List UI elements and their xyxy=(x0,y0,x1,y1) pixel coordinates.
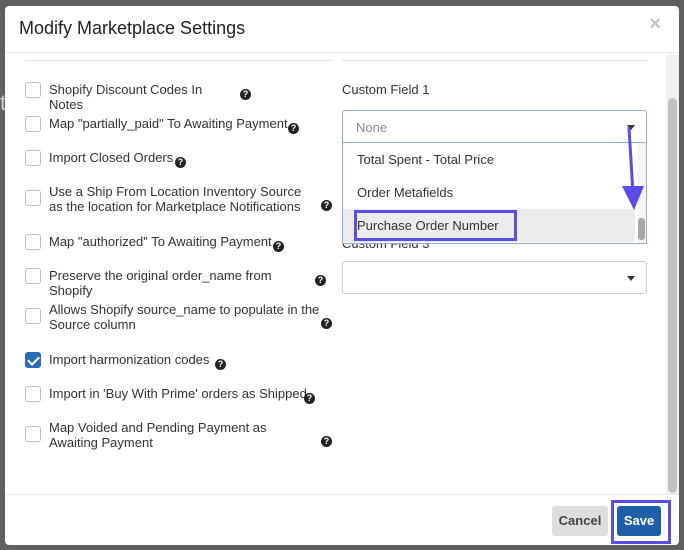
option-checkbox[interactable] xyxy=(25,426,41,442)
option-label: Map "authorized" To Awaiting Payment xyxy=(49,234,272,249)
option-label: Allows Shopify source_name to populate i… xyxy=(49,302,320,332)
modal-body: Shopify Discount Codes In Notes ? Map "p… xyxy=(5,54,665,494)
custom-field-1-select[interactable]: None xyxy=(342,110,647,143)
option-label: Shopify Discount Codes In Notes xyxy=(49,82,203,112)
option-label: Map "partially_paid" To Awaiting Payment xyxy=(49,116,288,131)
option-checkbox[interactable] xyxy=(25,116,41,132)
annotation-save-highlight-box xyxy=(611,500,671,544)
option-label: Map Voided and Pending Payment as Awaiti… xyxy=(49,420,267,450)
option-checkbox[interactable] xyxy=(25,150,41,166)
cancel-button[interactable]: Cancel xyxy=(552,506,608,536)
option-label: Import in 'Buy With Prime' orders as Shi… xyxy=(49,386,307,401)
close-icon[interactable]: × xyxy=(649,13,661,36)
modal-header: Modify Marketplace Settings × xyxy=(5,6,679,53)
custom-field-3-select[interactable] xyxy=(342,261,647,294)
help-icon[interactable]: ? xyxy=(273,241,284,252)
help-icon[interactable]: ? xyxy=(240,89,251,100)
option-label: Use a Ship From Location Inventory Sourc… xyxy=(49,184,302,214)
option-label: Import harmonization codes xyxy=(49,352,210,367)
dropdown-option[interactable]: Total Spent - Total Price xyxy=(343,143,635,176)
option-checkbox[interactable] xyxy=(25,352,41,368)
dropdown-option[interactable]: Order Metafields xyxy=(343,176,635,209)
option-checkbox[interactable] xyxy=(25,386,41,402)
option-checkbox[interactable] xyxy=(25,268,41,284)
help-icon[interactable]: ? xyxy=(321,200,332,211)
custom-field-1-value: None xyxy=(356,120,388,135)
help-icon[interactable]: ? xyxy=(321,318,332,329)
custom-field-1-label: Custom Field 1 xyxy=(342,82,430,97)
help-icon[interactable]: ? xyxy=(175,157,186,168)
help-icon[interactable]: ? xyxy=(215,359,226,370)
option-checkbox[interactable] xyxy=(25,308,41,324)
modal-title: Modify Marketplace Settings xyxy=(19,18,246,38)
marketplace-settings-modal: Modify Marketplace Settings × Shopify Di… xyxy=(5,6,679,545)
option-checkbox[interactable] xyxy=(25,190,41,206)
annotation-arrow-icon xyxy=(622,126,644,210)
modal-scrollbar[interactable] xyxy=(666,54,679,494)
modal-footer: Cancel Save xyxy=(5,494,679,545)
help-icon[interactable]: ? xyxy=(304,393,315,404)
help-icon[interactable]: ? xyxy=(315,275,326,286)
option-checkbox[interactable] xyxy=(25,82,41,98)
option-label: Preserve the original order_name from Sh… xyxy=(49,268,272,298)
annotation-highlight-box xyxy=(354,210,517,241)
option-checkbox[interactable] xyxy=(25,234,41,250)
divider xyxy=(342,60,648,61)
modal-scrollbar-thumb[interactable] xyxy=(668,98,677,493)
divider xyxy=(25,60,331,61)
help-icon[interactable]: ? xyxy=(288,123,299,134)
help-icon[interactable]: ? xyxy=(321,436,332,447)
chevron-down-icon xyxy=(627,276,635,281)
dropdown-scrollbar-thumb[interactable] xyxy=(638,218,645,240)
option-label: Import Closed Orders xyxy=(49,150,174,165)
